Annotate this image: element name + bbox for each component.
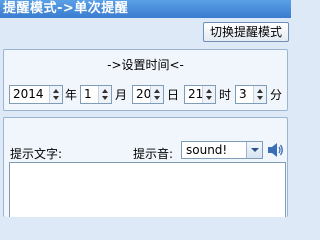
hour-unit: 时 (219, 88, 232, 102)
up-arrow-icon (102, 89, 108, 93)
down-arrow-icon (154, 96, 160, 100)
day-spinbox[interactable]: 20 (132, 85, 164, 104)
down-arrow-icon (102, 96, 108, 100)
time-settings-panel: ->设置时间<- 2014 年 1 月 20 日 21 时 3 分 (3, 49, 288, 111)
month-spinbox[interactable]: 1 (80, 85, 112, 104)
minute-spinbox[interactable]: 3 (235, 85, 267, 104)
down-arrow-icon (53, 96, 59, 100)
up-arrow-icon (154, 89, 160, 93)
hour-spin-arrows[interactable] (202, 86, 215, 103)
minute-spin-arrows[interactable] (253, 86, 266, 103)
month-value: 1 (84, 87, 92, 101)
month-unit: 月 (115, 88, 128, 102)
month-spin-arrows[interactable] (98, 86, 111, 103)
year-unit: 年 (65, 88, 78, 102)
minute-unit: 分 (270, 88, 283, 102)
sound-select[interactable]: sound! (181, 141, 263, 159)
up-arrow-icon (53, 89, 59, 93)
sound-label: 提示音: (133, 147, 174, 161)
text-label: 提示文字: (10, 147, 63, 161)
up-arrow-icon (257, 89, 263, 93)
chevron-down-icon (251, 148, 259, 152)
up-arrow-icon (206, 89, 212, 93)
dropdown-button[interactable] (246, 142, 262, 158)
speaker-icon[interactable] (266, 141, 284, 159)
sound-select-value: sound! (186, 143, 228, 157)
day-value: 20 (136, 87, 152, 101)
day-unit: 日 (167, 88, 180, 102)
day-spin-arrows[interactable] (150, 86, 163, 103)
window-title: 提醒模式->单次提醒 (0, 0, 291, 18)
minute-value: 3 (239, 87, 247, 101)
down-arrow-icon (206, 96, 212, 100)
year-spinbox[interactable]: 2014 (9, 85, 63, 104)
year-spin-arrows[interactable] (49, 86, 62, 103)
hour-spinbox[interactable]: 21 (184, 85, 216, 104)
switch-mode-button[interactable]: 切换提醒模式 (203, 22, 289, 42)
down-arrow-icon (257, 96, 263, 100)
reminder-text-area[interactable] (9, 162, 286, 217)
time-section-title: ->设置时间<- (107, 58, 184, 72)
hour-value: 21 (188, 87, 204, 101)
year-value: 2014 (13, 87, 44, 101)
